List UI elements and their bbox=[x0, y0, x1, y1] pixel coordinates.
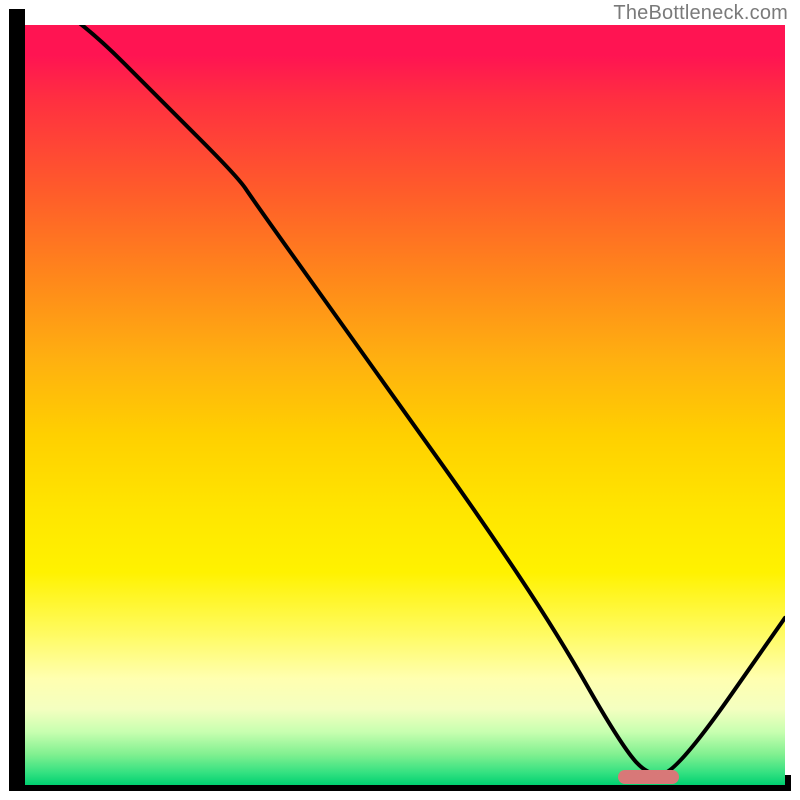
bottleneck-curve bbox=[25, 25, 785, 785]
plot-area bbox=[25, 25, 785, 785]
axis-left bbox=[9, 9, 25, 791]
chart-frame: TheBottleneck.com bbox=[0, 0, 800, 800]
attribution-text: TheBottleneck.com bbox=[613, 2, 788, 25]
axis-top-stub bbox=[9, 9, 25, 25]
optimal-range-marker bbox=[618, 770, 679, 784]
